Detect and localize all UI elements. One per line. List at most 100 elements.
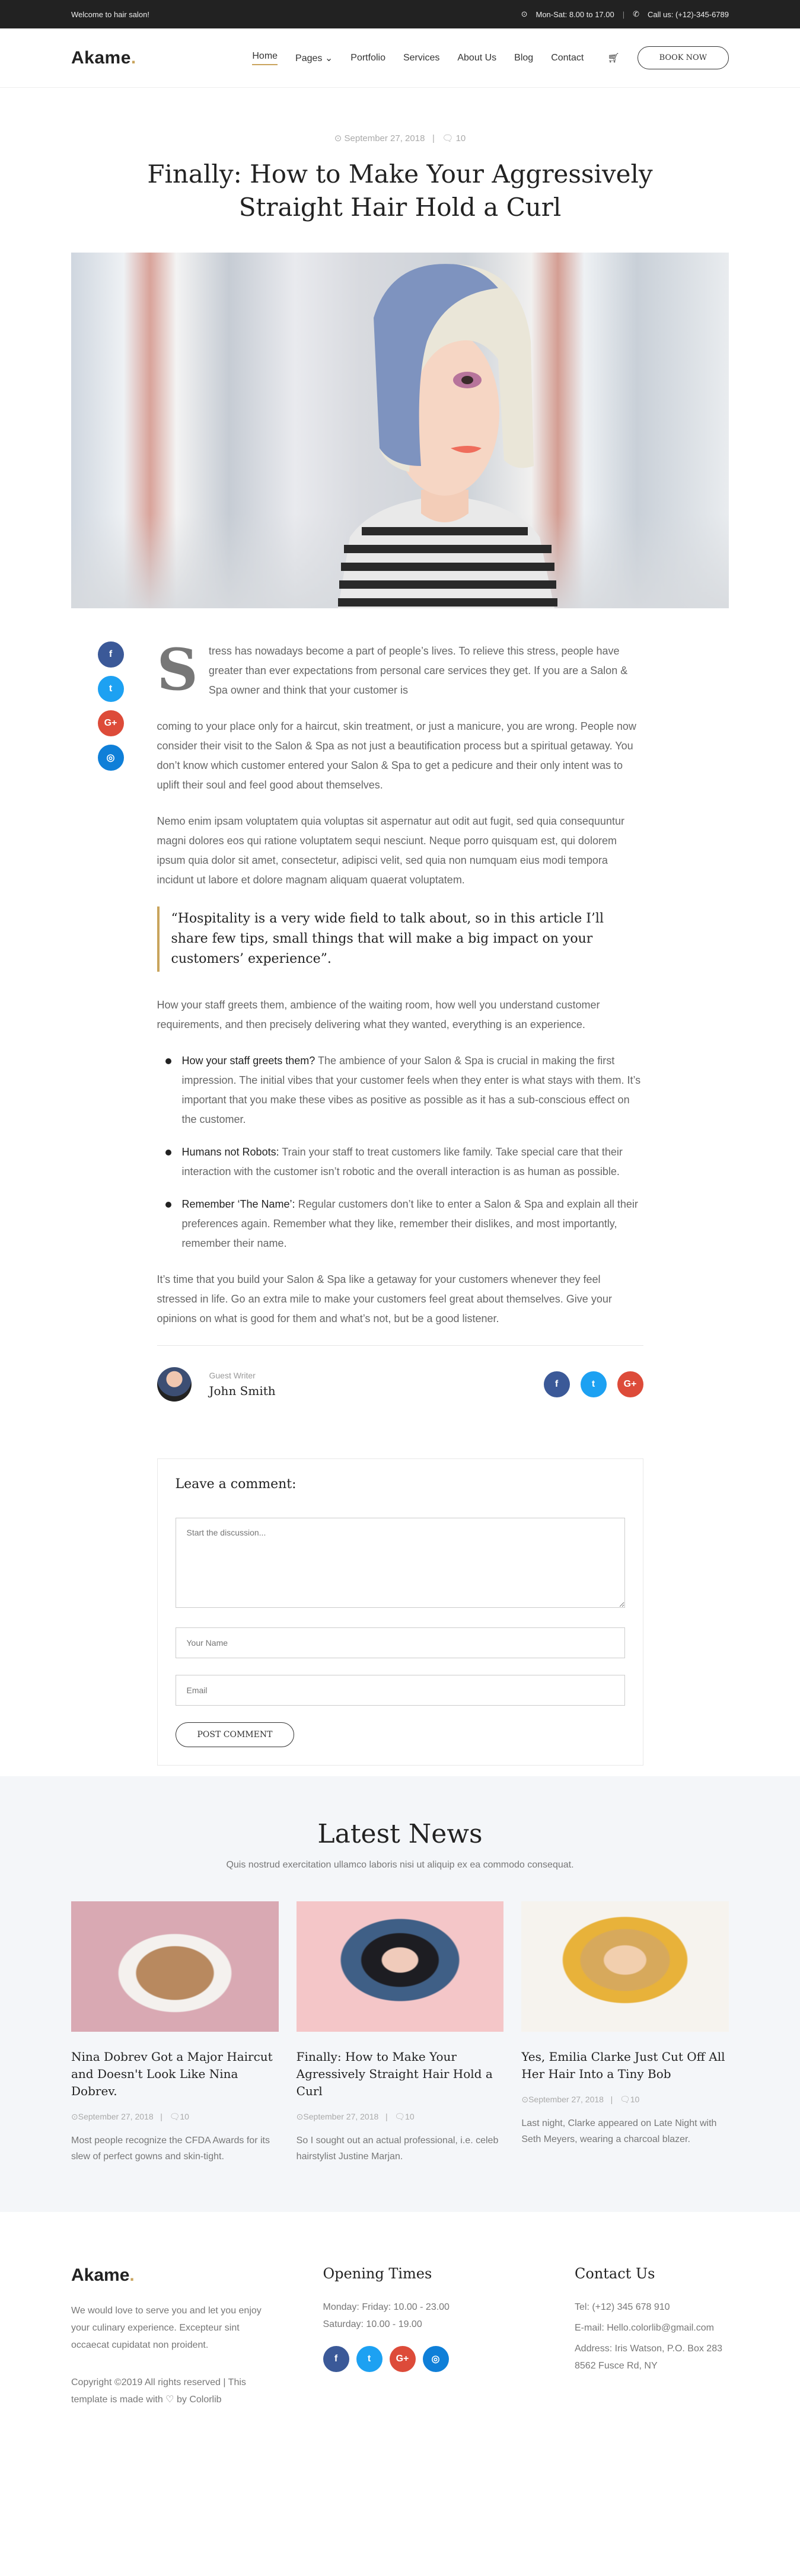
cart-icon[interactable]: 🛒︎ [607,52,619,64]
contact-email[interactable]: E-mail: Hello.colorlib@gmail.com [575,2319,729,2336]
portrait-illustration [338,264,557,608]
contact-address: Address: Iris Watson, P.O. Box 283 8562 … [575,2344,722,2371]
book-now-button[interactable]: BOOK NOW [637,46,729,69]
nav-portfolio[interactable]: Portfolio [350,53,385,63]
pull-quote: “Hospitality is a very wide field to tal… [157,906,643,972]
google-plus-icon[interactable]: G+ [97,710,124,736]
paragraph: It’s time that you build your Salon & Sp… [157,1273,612,1324]
top-bar: Welcome to hair salon! ⊙ Mon-Sat: 8.00 t… [0,0,800,28]
list-item: Humans not Robots: Train your staff to t… [157,1142,643,1182]
comment-form-title: Leave a comment: [175,1477,297,1492]
hours-line: Saturday: 10.00 - 19.00 [323,2319,422,2329]
twitter-icon[interactable]: t [580,1371,607,1397]
facebook-icon[interactable]: f [323,2346,349,2372]
intro-paragraph: S tress has nowadays become a part of pe… [157,641,643,700]
name-field[interactable] [175,1627,625,1658]
opening-hours: Mon-Sat: 8.00 to 17.00 [536,9,614,19]
nav-services[interactable]: Services [403,53,439,63]
news-image[interactable] [71,1901,279,2032]
nav-blog[interactable]: Blog [514,53,533,63]
news-card[interactable]: Yes, Emilia Clarke Just Cut Off All Her … [521,1901,729,2165]
article-body: f t G+ ◎ S tress has nowadays become a p… [97,641,643,1402]
nav-about[interactable]: About Us [457,53,496,63]
section-subtitle: Quis nostrud exercitation ullamco labori… [226,1860,574,1870]
welcome-text: Welcome to hair salon! [71,9,149,19]
author-social: f t G+ [543,1371,643,1397]
share-buttons: f t G+ ◎ [97,641,124,771]
twitter-icon[interactable]: t [356,2346,383,2372]
list-item: How your staff greets them? The ambience… [157,1051,643,1129]
calendar-icon: ⊙ [334,133,342,143]
calendar-icon: ⊙ [521,2095,529,2104]
nav-home[interactable]: Home [252,51,278,65]
news-card[interactable]: Nina Dobrev Got a Major Haircut and Does… [71,1901,279,2165]
google-plus-icon[interactable]: G+ [617,1371,643,1397]
avatar [157,1367,192,1402]
intro-text: tress has nowadays become a part of peop… [208,645,628,696]
facebook-icon[interactable]: f [97,641,124,668]
site-footer: Akame. We would love to serve you and le… [0,2212,800,2444]
news-title[interactable]: Nina Dobrev Got a Major Haircut and Does… [71,2048,279,2100]
footer-about: Akame. We would love to serve you and le… [71,2265,279,2408]
footer-social: f t G+ ◎ [323,2346,531,2372]
news-excerpt: Last night, Clarke appeared on Late Nigh… [521,2118,717,2144]
comment-icon: 🗨︎ [619,2095,630,2104]
post-comment-count[interactable]: 10 [456,133,466,143]
post-date: September 27, 2018 [344,133,425,143]
comment-icon: 🗨︎ [394,2112,406,2121]
nav-pages[interactable]: Pages ⌄ [295,52,333,64]
google-plus-icon[interactable]: G+ [389,2346,416,2372]
list-item: Remember ‘The Name’: Regular customers d… [157,1195,643,1253]
facebook-icon[interactable]: f [543,1371,570,1397]
author-box: Guest Writer John Smith f t G+ [157,1345,643,1402]
footer-contact: Contact Us Tel: (+12) 345 678 910 E-mail… [575,2265,729,2408]
section-title: Latest News [317,1819,483,1849]
footer-logo[interactable]: Akame. [71,2265,279,2285]
news-card[interactable]: Finally: How to Make Your Agressively St… [296,1901,504,2165]
author-name[interactable]: John Smith [209,1384,276,1398]
contact-tel[interactable]: Tel: (+12) 345 678 910 [575,2299,729,2316]
email-field[interactable] [175,1675,625,1706]
paragraph: How your staff greets them, ambience of … [157,999,600,1030]
page-title: Finally: How to Make Your Aggressively S… [147,159,653,222]
news-meta: ⊙September 27, 2018 | 🗨︎10 [71,2112,189,2121]
footer-heading: Opening Times [323,2265,432,2282]
chevron-down-icon: ⌄ [324,53,333,63]
news-image[interactable] [296,1901,504,2032]
news-title[interactable]: Yes, Emilia Clarke Just Cut Off All Her … [521,2048,729,2083]
top-bar-info: ⊙ Mon-Sat: 8.00 to 17.00 | ✆ Call us: (+… [521,9,729,19]
divider: | [622,9,625,19]
latest-news-section: Latest News Quis nostrud exercitation ul… [0,1776,800,2212]
footer-heading: Contact Us [575,2265,655,2282]
author-role: Guest Writer [209,1371,256,1380]
site-header: Akame. Home Pages ⌄ Portfolio Services A… [0,28,800,88]
calendar-icon: ⊙ [296,2112,304,2121]
instagram-icon[interactable]: ◎ [97,745,124,771]
news-image[interactable] [521,1901,729,2032]
logo[interactable]: Akame. [71,48,136,68]
news-excerpt: Most people recognize the CFDA Awards fo… [71,2136,270,2162]
main-nav: Home Pages ⌄ Portfolio Services About Us… [252,46,729,69]
hero-image [71,253,729,608]
calendar-icon: ⊙ [71,2112,78,2121]
drop-cap: S [157,636,198,703]
comment-icon: 🗨︎ [442,133,454,143]
instagram-icon[interactable]: ◎ [422,2346,449,2372]
clock-icon: ⊙ [521,9,528,18]
post-meta: ⊙ September 27, 2018 | 🗨︎ 10 [334,133,466,143]
comment-icon: 🗨︎ [169,2112,180,2121]
phone-number[interactable]: Call us: (+12)-345-6789 [648,10,729,19]
comment-textarea[interactable] [175,1518,625,1608]
phone-icon: ✆ [633,9,640,18]
news-meta: ⊙September 27, 2018 | 🗨︎10 [521,2095,640,2104]
post-comment-button[interactable]: POST COMMENT [175,1722,295,1747]
comment-form: Leave a comment: POST COMMENT [157,1458,643,1766]
hours-line: Monday: Friday: 10.00 - 23.00 [323,2302,450,2312]
news-excerpt: So I sought out an actual professional, … [296,2136,499,2162]
news-title[interactable]: Finally: How to Make Your Agressively St… [297,2048,504,2100]
paragraph: coming to your place only for a haircut,… [157,720,636,791]
twitter-icon[interactable]: t [97,676,124,702]
nav-contact[interactable]: Contact [551,53,584,63]
footer-hours: Opening Times Monday: Friday: 10.00 - 23… [323,2265,531,2408]
footer-about-text: We would love to serve you and let you e… [71,2306,262,2350]
